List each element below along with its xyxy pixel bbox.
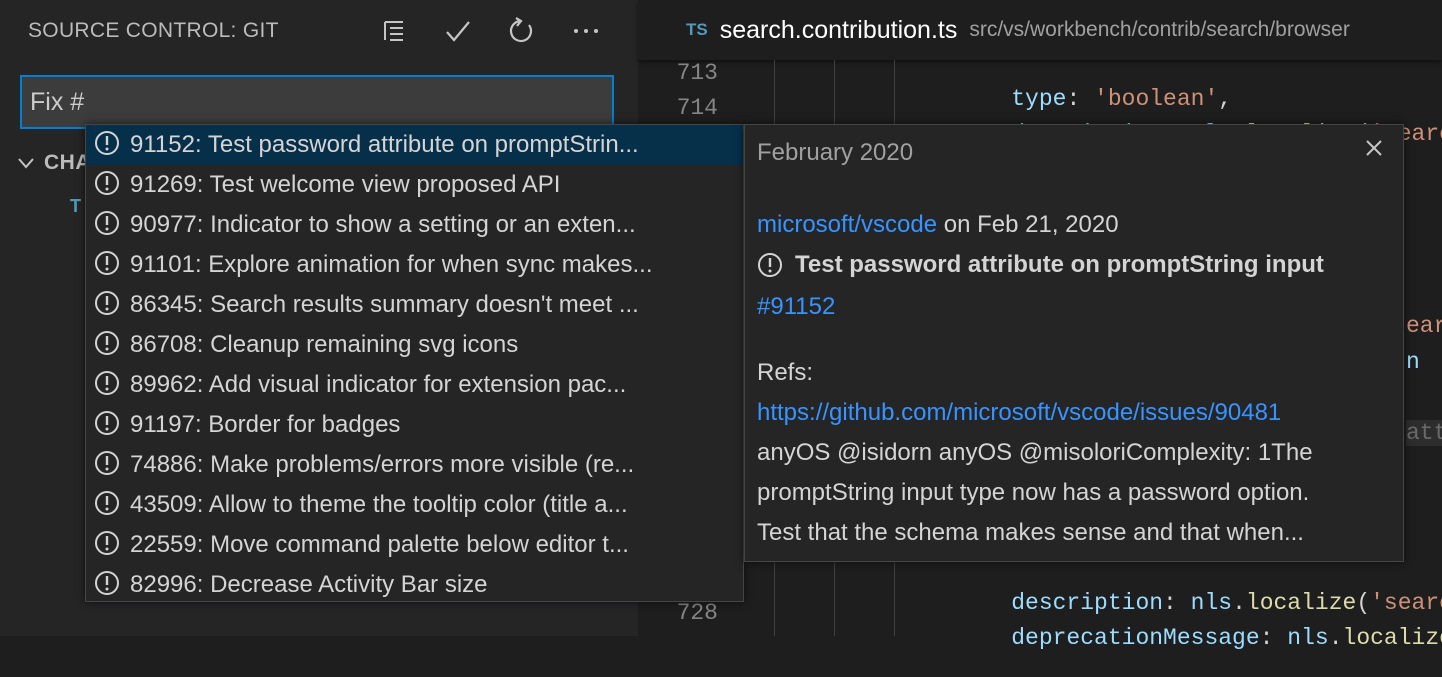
issue-title-text: Test password attribute on promptString … (795, 251, 1324, 278)
details-body-line: Test that the schema makes sense and tha… (757, 519, 1304, 546)
suggestion-item[interactable]: 22559: Move command palette below editor… (86, 525, 743, 565)
suggestion-label: 91269: Test welcome view proposed API (130, 171, 561, 198)
list-tree-icon (384, 21, 403, 41)
suggestion-details-panel: February 2020 microsoft/vscode on Feb 21… (744, 124, 1404, 562)
issue-opened-icon (94, 370, 120, 401)
line-number: 728 (676, 600, 718, 626)
details-heading: February 2020 (757, 139, 914, 166)
code-fragment: att (1406, 420, 1442, 446)
suggestion-label: 89962: Add visual indicator for extensio… (130, 371, 627, 398)
refs-line: https://github.com/microsoft/vscode/issu… (757, 399, 1281, 427)
issue-opened-icon (94, 330, 120, 361)
details-body-line: anyOS @isidorn anyOS @misoloriComplexity… (757, 439, 1313, 466)
suggestion-label: 86708: Cleanup remaining svg icons (130, 331, 519, 358)
suggestion-label: 43509: Allow to theme the tooltip color … (130, 491, 628, 518)
ellipsis-icon (574, 29, 598, 33)
issue-opened-icon (94, 530, 120, 561)
changes-section-header[interactable]: CHA (16, 148, 91, 178)
issue-number-link[interactable]: #91152 (757, 293, 835, 320)
suggestion-label: 82996: Decrease Activity Bar size (130, 571, 488, 598)
issue-opened-icon (94, 410, 120, 441)
view-as-tree-button[interactable] (377, 14, 411, 48)
suggestion-item[interactable]: 89962: Add visual indicator for extensio… (86, 365, 743, 405)
issue-opened-icon (758, 253, 782, 277)
suggestion-label: 91101: Explore animation for when sync m… (130, 251, 653, 278)
suggestion-item[interactable]: 43509: Allow to theme the tooltip color … (86, 485, 743, 525)
suggestion-label: 22559: Move command palette below editor… (130, 531, 629, 558)
suggestion-item[interactable]: 86345: Search results summary doesn't me… (86, 285, 743, 325)
suggestion-item[interactable]: 91152: Test password attribute on prompt… (86, 125, 743, 165)
details-repo-line: microsoft/vscode on Feb 21, 2020 (757, 211, 1119, 239)
details-issue-number-line: #91152 (757, 293, 835, 321)
typescript-file-icon: TS (686, 20, 708, 39)
code-line: deprecationMessage: nls.localize (1011, 625, 1442, 651)
tab-filename: search.contribution.ts (719, 15, 958, 44)
suggestion-item[interactable]: 91269: Test welcome view proposed API (86, 165, 743, 205)
refresh-button[interactable] (504, 14, 538, 48)
more-actions-button[interactable] (569, 14, 603, 48)
refs-link[interactable]: https://github.com/microsoft/vscode/issu… (757, 399, 1281, 426)
suggestion-label: 91197: Border for badges (130, 411, 401, 438)
issue-opened-icon (94, 210, 120, 241)
issue-opened-icon (94, 250, 120, 281)
issue-opened-icon (94, 170, 120, 201)
suggestion-label: 91152: Test password attribute on prompt… (130, 131, 639, 158)
line-number: 713 (676, 60, 718, 86)
issue-opened-icon (94, 130, 120, 161)
tab-bar: TS search.contribution.ts src/vs/workben… (638, 0, 1442, 60)
tab-path: src/vs/workbench/contrib/search/browser (969, 18, 1350, 41)
code-fragment: earc (1406, 313, 1442, 339)
commit-message-input[interactable] (20, 75, 614, 129)
issue-opened-icon (94, 290, 120, 321)
check-icon (446, 21, 470, 42)
code-fragment: n (1406, 349, 1420, 375)
repo-link[interactable]: microsoft/vscode (757, 211, 937, 238)
close-details-button[interactable] (1359, 133, 1389, 163)
suggestion-label: 74886: Make problems/errors more visible… (130, 451, 635, 478)
refs-label: Refs: (757, 359, 814, 386)
suggestion-item[interactable]: 91197: Border for badges (86, 405, 743, 445)
details-body-line: promptString input type now has a passwo… (757, 479, 1310, 506)
issue-opened-icon (94, 450, 120, 481)
editor-tab[interactable]: TS search.contribution.ts src/vs/workben… (638, 0, 1442, 60)
issue-suggestion-list: 91152: Test password attribute on prompt… (85, 124, 744, 602)
suggestion-label: 86345: Search results summary doesn't me… (130, 291, 639, 318)
refresh-icon (509, 17, 533, 43)
suggestion-item[interactable]: 82996: Decrease Activity Bar size (86, 565, 743, 601)
close-icon (1366, 140, 1382, 156)
suggestion-item[interactable]: 74886: Make problems/errors more visible… (86, 445, 743, 485)
chevron-down-icon (18, 158, 34, 169)
line-number: 714 (676, 95, 718, 121)
sidebar-title: SOURCE CONTROL: GIT (28, 19, 279, 42)
suggestion-item[interactable]: 90977: Indicator to show a setting or an… (86, 205, 743, 245)
details-date: on Feb 21, 2020 (937, 211, 1119, 238)
suggestion-item[interactable]: 91101: Explore animation for when sync m… (86, 245, 743, 285)
suggestion-item[interactable]: 86708: Cleanup remaining svg icons (86, 325, 743, 365)
sidebar-header: SOURCE CONTROL: GIT (0, 0, 638, 60)
suggestion-label: 90977: Indicator to show a setting or an… (130, 211, 636, 238)
details-issue-title: Test password attribute on promptString … (757, 251, 1324, 279)
typescript-file-icon: T (70, 196, 81, 216)
changes-label: CHA (44, 151, 91, 174)
issue-opened-icon (94, 570, 120, 601)
issue-opened-icon (94, 490, 120, 521)
commit-button[interactable] (441, 14, 475, 48)
